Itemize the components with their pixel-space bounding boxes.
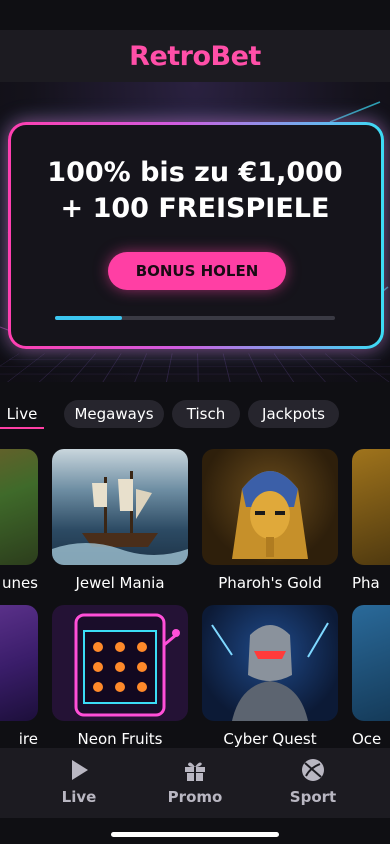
tab-megaways[interactable]: Megaways	[64, 400, 164, 428]
claim-bonus-button[interactable]: BONUS HOLEN	[108, 252, 286, 290]
promo-title-line1: 100% bis zu €1,000	[47, 157, 343, 188]
status-bar	[0, 0, 390, 30]
nav-label: Sport	[289, 788, 337, 806]
game-title: Cyber Quest	[223, 730, 317, 748]
banner-progress-track	[55, 316, 335, 320]
game-card[interactable]: ire	[0, 605, 38, 748]
gift-icon	[185, 762, 205, 781]
game-thumbnail	[202, 449, 338, 565]
home-indicator[interactable]	[111, 832, 279, 837]
slot-machine-art	[74, 613, 180, 717]
game-title: Oce	[352, 730, 382, 748]
nav-item-sport[interactable]: Sport	[268, 758, 358, 806]
game-card-jewel-mania[interactable]: Jewel Mania	[52, 449, 188, 599]
brand-logo[interactable]: RetroBet	[129, 41, 261, 72]
game-thumbnail	[52, 449, 188, 565]
game-thumbnail	[202, 605, 338, 721]
game-title: Neon Fruits	[77, 730, 163, 748]
game-title: Jewel Mania	[75, 574, 165, 592]
tab-tisch[interactable]: Tisch	[172, 400, 240, 428]
promo-title: 100% bis zu €1,000 + 100 FREISPIELE	[0, 155, 390, 227]
game-card[interactable]: Pha	[352, 449, 390, 599]
nav-label: Promo	[167, 788, 223, 806]
category-tabs: Live Megaways Tisch Jackpots	[0, 393, 390, 433]
bottom-nav: Live Promo Sport	[0, 748, 390, 818]
ball-icon	[302, 759, 324, 781]
active-tab-indicator	[0, 427, 44, 429]
game-title: ire	[18, 730, 38, 748]
pirate-ship-art	[52, 471, 188, 565]
pharaoh-art	[232, 471, 308, 559]
game-title: Pha	[352, 574, 380, 592]
game-thumbnail	[0, 449, 38, 565]
nav-item-live[interactable]: Live	[34, 758, 124, 806]
nav-label: Live	[61, 788, 97, 806]
nav-item-promo[interactable]: Promo	[150, 758, 240, 806]
game-grid: unes Jewel Mania Pharoh's Gold Pha ire N…	[0, 443, 390, 748]
cyber-knight-art	[211, 622, 329, 721]
game-thumbnail	[0, 605, 38, 721]
game-title: unes	[1, 574, 38, 592]
promo-banner: 100% bis zu €1,000 + 100 FREISPIELE BONU…	[0, 82, 390, 382]
play-icon	[72, 760, 88, 780]
home-bar	[0, 818, 390, 844]
game-card-pharohs-gold[interactable]: Pharoh's Gold	[202, 449, 338, 599]
app-header: RetroBet	[0, 30, 390, 82]
tab-jackpots[interactable]: Jackpots	[248, 400, 339, 428]
banner-progress-fill	[55, 316, 123, 320]
game-thumbnail	[52, 605, 188, 721]
game-thumbnail	[352, 605, 390, 721]
game-card[interactable]: unes	[0, 449, 38, 599]
promo-title-line2: + 100 FREISPIELE	[60, 193, 330, 224]
game-card-neon-fruits[interactable]: Neon Fruits	[52, 605, 188, 748]
tab-live[interactable]: Live	[0, 400, 44, 428]
game-card[interactable]: Oce	[352, 605, 390, 748]
game-thumbnail	[352, 449, 390, 565]
game-title: Pharoh's Gold	[218, 574, 322, 592]
game-card-cyber-quest[interactable]: Cyber Quest	[202, 605, 338, 748]
